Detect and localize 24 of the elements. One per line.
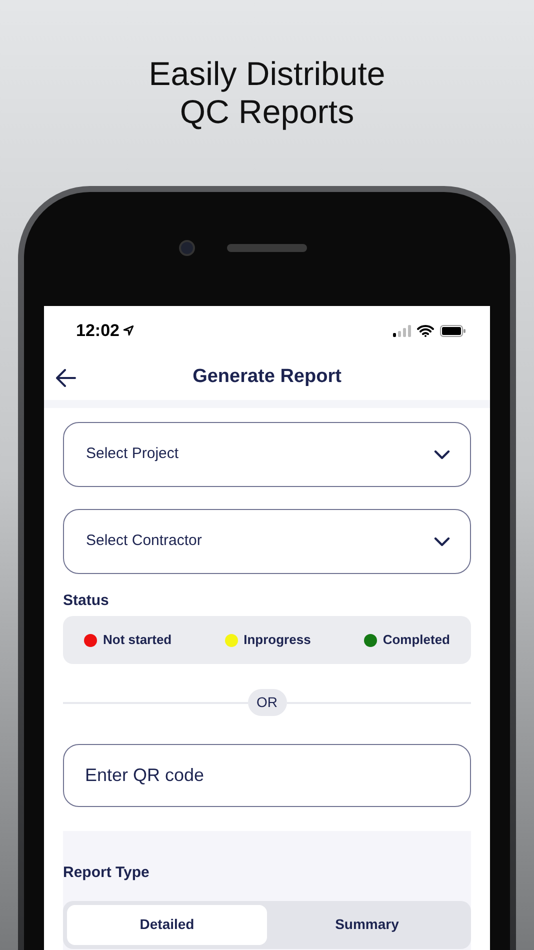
- report-type-label: Report Type: [63, 863, 150, 883]
- dropdown-field[interactable]: Select Project: [63, 422, 471, 487]
- dropdown-field[interactable]: Select Contractor: [63, 509, 471, 574]
- clock-time: 12:02: [76, 320, 120, 342]
- status-name: Inprogress: [244, 631, 311, 650]
- back-button[interactable]: [54, 366, 78, 388]
- screen-title: Generate Report: [192, 365, 342, 390]
- chevron-down-icon: [434, 536, 450, 546]
- headline-line: QC Reports: [180, 93, 354, 131]
- signal-icon: [393, 324, 411, 336]
- wifi-icon: [417, 324, 434, 336]
- qr-code-field[interactable]: Enter QR code: [63, 744, 471, 807]
- or-separator: OR: [248, 689, 286, 716]
- chevron-down-icon: [434, 450, 450, 460]
- report-type-tab[interactable]: Detailed: [67, 904, 267, 944]
- camera-icon: [179, 240, 195, 256]
- battery-icon: [440, 324, 466, 336]
- headline-line: Easily Distribute: [148, 55, 386, 93]
- location-arrow-icon: [123, 325, 134, 336]
- back-arrow-icon: [56, 368, 76, 386]
- status-label: Status: [63, 592, 110, 610]
- status-name: Completed: [382, 631, 450, 650]
- status-name: Not started: [103, 631, 172, 650]
- report-type-tab[interactable]: Summary: [267, 904, 467, 944]
